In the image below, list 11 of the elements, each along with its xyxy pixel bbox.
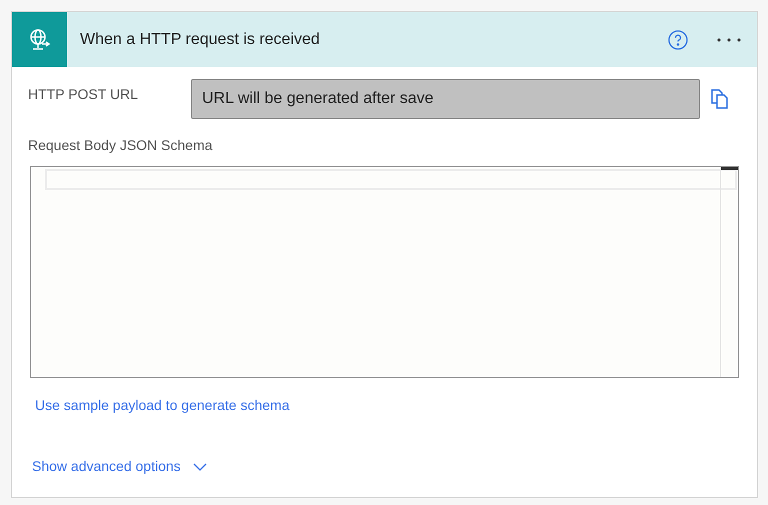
field-label: Request Body JSON Schema: [28, 136, 214, 155]
card-title: When a HTTP request is received: [80, 30, 320, 50]
advanced-options-link[interactable]: Show advanced options: [32, 456, 181, 477]
scrollbar-thumb[interactable]: [721, 167, 738, 170]
copy-icon[interactable]: [711, 89, 729, 109]
help-icon[interactable]: [668, 30, 688, 50]
chevron-icon[interactable]: [192, 462, 207, 470]
url-field: URL will be generated after save: [191, 79, 700, 119]
field-label: HTTP POST URL: [28, 85, 139, 104]
more-options-icon[interactable]: [716, 36, 742, 42]
sample-payload-link[interactable]: Use sample payload to generate schema: [35, 395, 290, 416]
